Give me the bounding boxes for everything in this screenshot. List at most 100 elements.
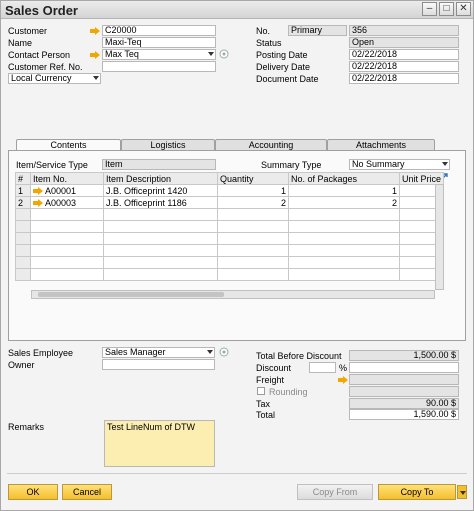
item-type-label: Item/Service Type <box>16 160 88 170</box>
ok-button[interactable]: OK <box>8 484 58 500</box>
item-no-cell[interactable]: A00001 <box>30 184 104 197</box>
percent-sign: % <box>339 363 348 373</box>
item-type-field[interactable]: Item <box>102 159 216 170</box>
customer-link-arrow-icon[interactable] <box>90 27 100 35</box>
total-before-discount-field: 1,500.00 $ <box>349 350 459 361</box>
posting-date-field[interactable]: 02/22/2018 <box>349 49 459 60</box>
col-header-description[interactable]: Item Description <box>103 172 218 185</box>
name-field[interactable]: Maxi-Teq <box>102 37 216 48</box>
items-grid: # Item No. Item Description Quantity No.… <box>15 172 445 281</box>
grid-vertical-scrollbar[interactable] <box>435 184 444 290</box>
row-number: 2 <box>15 196 31 209</box>
chevron-down-icon <box>208 52 214 56</box>
sales-order-window: Sales Order ‒ □ ✕ Customer C20000 Name M… <box>0 0 474 511</box>
document-date-field[interactable]: 02/22/2018 <box>349 73 459 84</box>
col-header-packages[interactable]: No. of Packages <box>288 172 400 185</box>
posting-date-label: Posting Date <box>256 50 308 60</box>
title-bar: Sales Order ‒ □ ✕ <box>1 1 473 19</box>
remarks-textarea[interactable]: Test LineNum of DTW <box>104 420 215 467</box>
doc-number-label: No. <box>256 26 271 36</box>
packages-cell[interactable]: 1 <box>288 184 400 197</box>
sales-employee-value: Sales Manager <box>105 347 166 357</box>
tax-label: Tax <box>256 399 271 409</box>
minimize-button[interactable]: ‒ <box>422 2 437 16</box>
tax-field: 90.00 $ <box>349 398 459 409</box>
item-no-value: A00001 <box>45 185 77 196</box>
remarks-label: Remarks <box>8 422 45 432</box>
delivery-date-label: Delivery Date <box>256 62 311 72</box>
discount-percent-field[interactable] <box>309 362 336 373</box>
col-header-num[interactable]: # <box>15 172 31 185</box>
maximize-button[interactable]: □ <box>439 2 454 16</box>
total-before-discount-label: Total Before Discount <box>256 351 342 361</box>
row-number: 1 <box>15 184 31 197</box>
chevron-down-icon <box>442 162 448 166</box>
item-no-cell[interactable]: A00003 <box>30 196 104 209</box>
summary-type-value: No Summary <box>352 159 405 169</box>
freight-link-arrow-icon[interactable] <box>338 376 348 384</box>
chevron-down-icon <box>207 350 213 354</box>
description-cell[interactable]: J.B. Officeprint 1186 <box>103 196 218 209</box>
copy-from-button[interactable]: Copy From <box>297 484 373 500</box>
contact-person-value: Max Teq <box>105 49 139 59</box>
info-circle-icon[interactable] <box>219 49 229 59</box>
owner-field[interactable] <box>102 359 215 370</box>
freight-field[interactable] <box>349 374 459 385</box>
orange-arrow-icon[interactable] <box>33 198 43 207</box>
close-button[interactable]: ✕ <box>456 2 471 16</box>
series-field[interactable]: Primary <box>288 25 347 36</box>
table-row[interactable] <box>15 256 445 269</box>
table-row[interactable]: 2 A00003 J.B. Officeprint 1186 2 2 1 <box>15 196 445 209</box>
table-row[interactable]: 1 A00001 J.B. Officeprint 1420 1 1 1 <box>15 184 445 197</box>
col-header-item-no[interactable]: Item No. <box>30 172 104 185</box>
freight-label: Freight <box>256 375 285 385</box>
info-circle-icon[interactable] <box>219 347 229 357</box>
delivery-date-field[interactable]: 02/22/2018 <box>349 61 459 72</box>
footer-divider <box>7 473 467 474</box>
packages-cell[interactable]: 2 <box>288 196 400 209</box>
sales-employee-select[interactable]: Sales Manager <box>102 347 215 358</box>
chevron-down-icon <box>93 76 99 80</box>
table-row[interactable] <box>15 268 445 281</box>
rounding-label: Rounding <box>269 387 308 397</box>
currency-select[interactable]: Local Currency <box>8 73 101 84</box>
customer-label: Customer <box>8 26 48 36</box>
owner-label: Owner <box>8 360 35 370</box>
contact-person-label: Contact Person <box>8 50 71 60</box>
cancel-button[interactable]: Cancel <box>62 484 112 500</box>
discount-amount-field[interactable] <box>349 362 459 373</box>
description-cell[interactable]: J.B. Officeprint 1420 <box>103 184 218 197</box>
scrollbar-thumb[interactable] <box>38 292 224 297</box>
orange-arrow-icon[interactable] <box>33 186 43 195</box>
total-label: Total <box>256 410 276 420</box>
col-header-quantity[interactable]: Quantity <box>217 172 289 185</box>
document-date-label: Document Date <box>256 74 319 84</box>
customer-field[interactable]: C20000 <box>102 25 216 36</box>
total-field: 1,590.00 $ <box>349 409 459 420</box>
item-no-value: A00003 <box>45 197 77 208</box>
currency-value: Local Currency <box>11 73 72 83</box>
grid-horizontal-scrollbar[interactable] <box>31 290 435 299</box>
contact-link-arrow-icon[interactable] <box>90 51 100 59</box>
grid-header-row: # Item No. Item Description Quantity No.… <box>15 172 445 185</box>
copy-to-button[interactable]: Copy To <box>378 484 456 500</box>
table-row[interactable] <box>15 232 445 245</box>
col-header-unit-price[interactable]: Unit Price <box>398 172 445 185</box>
status-label: Status <box>256 38 282 48</box>
window-title: Sales Order <box>5 3 78 18</box>
chevron-down-icon <box>460 491 466 495</box>
quantity-cell[interactable]: 1 <box>217 184 289 197</box>
quantity-cell[interactable]: 2 <box>217 196 289 209</box>
doc-number-field[interactable]: 356 <box>349 25 459 36</box>
table-row[interactable] <box>15 208 445 221</box>
copy-to-dropdown-button[interactable] <box>457 485 467 499</box>
summary-type-select[interactable]: No Summary <box>349 159 450 170</box>
customer-ref-field[interactable] <box>102 61 216 72</box>
sales-employee-label: Sales Employee <box>8 348 74 358</box>
table-row[interactable] <box>15 244 445 257</box>
discount-label: Discount <box>256 363 292 373</box>
rounding-checkbox[interactable] <box>257 387 265 395</box>
table-row[interactable] <box>15 220 445 233</box>
customer-ref-label: Customer Ref. No. <box>8 62 83 72</box>
contact-person-select[interactable]: Max Teq <box>102 49 216 60</box>
